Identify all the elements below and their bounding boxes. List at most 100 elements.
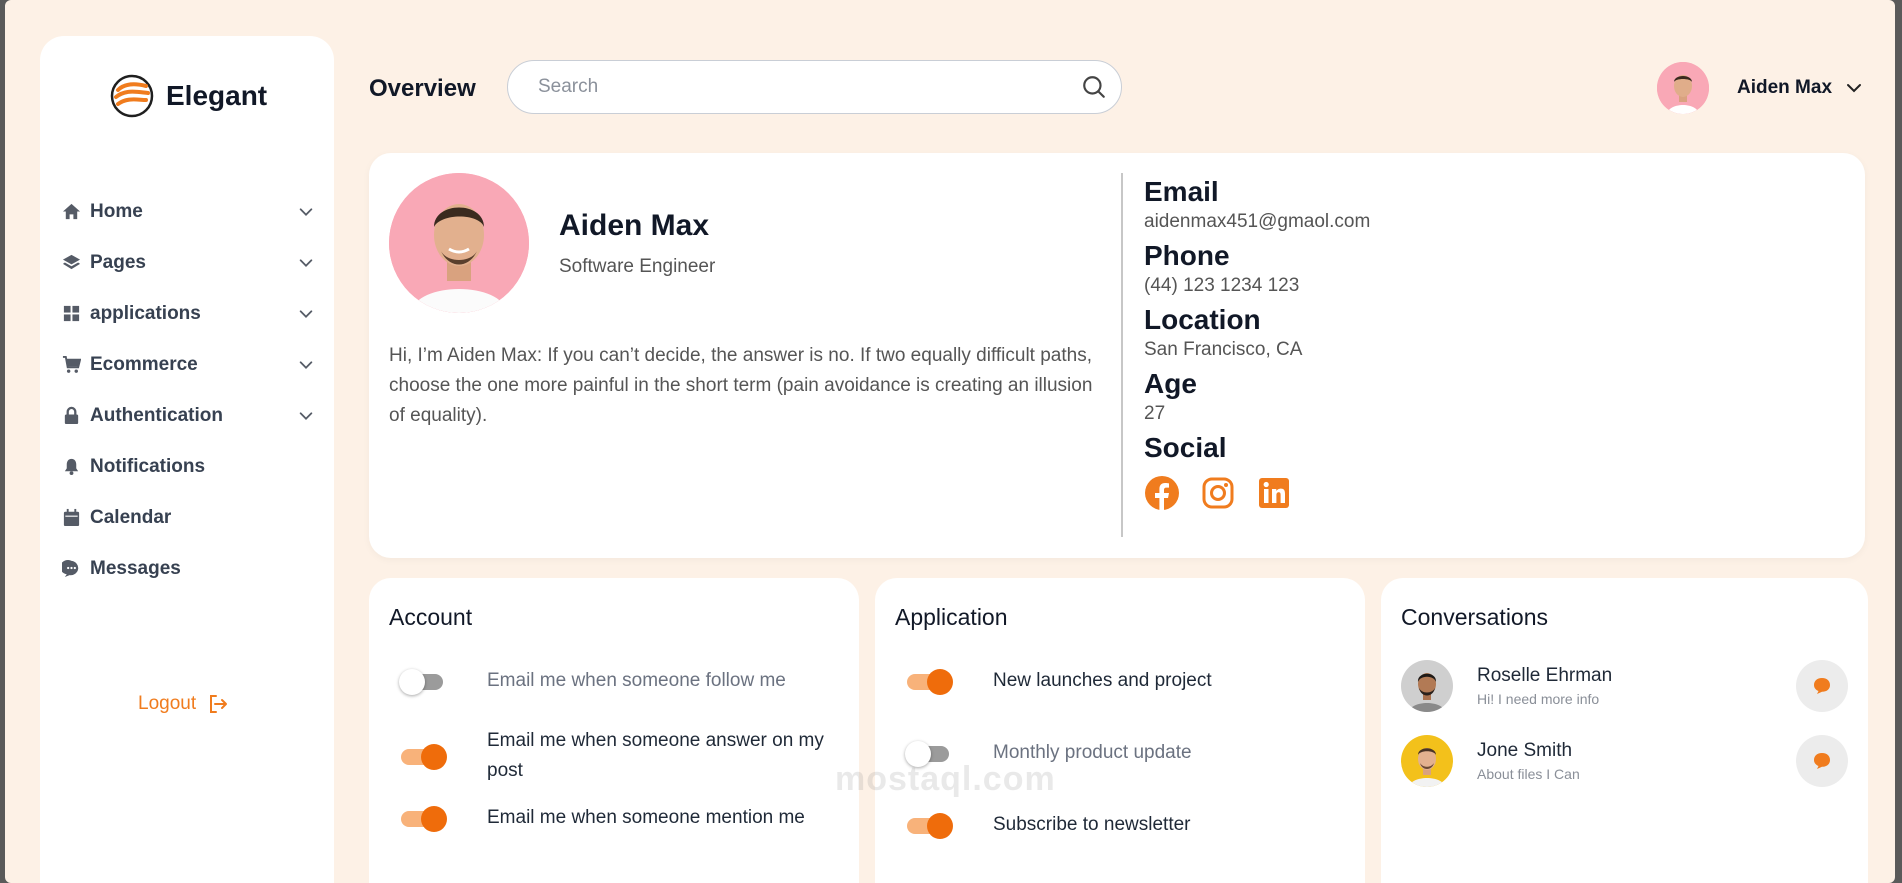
conversation-item[interactable]: Roselle Ehrman Hi! I need more info xyxy=(1401,658,1848,714)
conversation-info: Jone Smith About files I Can xyxy=(1477,740,1796,782)
toggle-label: New launches and project xyxy=(993,670,1212,691)
conversation-message: About files I Can xyxy=(1477,766,1580,782)
sidebar-item-applications[interactable]: applications xyxy=(60,288,315,339)
conversations-title: Conversations xyxy=(1401,604,1549,630)
sidebar-item-label: Pages xyxy=(90,251,146,273)
avatar xyxy=(1401,735,1453,787)
divider xyxy=(1121,173,1123,537)
social-links xyxy=(1144,475,1370,511)
app-window: Elegant Home Pages applications Ecommerc… xyxy=(5,0,1895,883)
reply-button[interactable] xyxy=(1796,735,1848,787)
profile-name: Aiden Max xyxy=(559,209,710,242)
application-card: Application New launches and project Mon… xyxy=(875,578,1365,883)
toggle-label: Email me when someone answer on my post xyxy=(487,730,824,781)
sidebar-item-messages[interactable]: Messages xyxy=(60,543,315,594)
conversation-message: Hi! I need more info xyxy=(1477,691,1600,707)
search-bar xyxy=(507,60,1122,114)
sidebar-item-label: Calendar xyxy=(90,506,172,528)
account-toggle-row: Email me when someone answer on my post xyxy=(399,726,839,786)
account-toggle-row: Email me when someone mention me xyxy=(399,803,805,833)
toggle-switch[interactable] xyxy=(399,803,447,833)
sidebar-item-label: Messages xyxy=(90,557,181,579)
conversation-name: Jone Smith xyxy=(1477,740,1573,761)
sidebar: Elegant Home Pages applications Ecommerc… xyxy=(40,36,334,883)
reply-button[interactable] xyxy=(1796,660,1848,712)
conversation-info: Roselle Ehrman Hi! I need more info xyxy=(1477,665,1796,707)
toggle-switch[interactable] xyxy=(905,666,953,696)
user-menu[interactable]: Aiden Max xyxy=(1657,62,1864,114)
age-value: 27 xyxy=(1144,403,1166,424)
bell-icon xyxy=(60,456,82,478)
avatar xyxy=(1657,62,1709,114)
chevron-down-icon xyxy=(299,309,313,318)
chevron-down-icon xyxy=(1847,84,1862,93)
social-label: Social xyxy=(1144,432,1227,463)
sidebar-item-label: Home xyxy=(90,200,143,222)
sidebar-item-pages[interactable]: Pages xyxy=(60,237,315,288)
calendar-icon xyxy=(60,507,82,529)
toggle-label: Email me when someone follow me xyxy=(487,670,786,691)
application-toggle-row: New launches and project xyxy=(905,666,1212,696)
search-input[interactable] xyxy=(538,76,1081,98)
phone-label: Phone xyxy=(1144,240,1230,271)
sidebar-item-ecommerce[interactable]: Ecommerce xyxy=(60,339,315,390)
toggle-switch[interactable] xyxy=(399,741,447,771)
page-title: Overview xyxy=(369,75,476,102)
location-label: Location xyxy=(1144,304,1261,335)
account-title: Account xyxy=(389,604,473,630)
avatar xyxy=(1401,660,1453,712)
brand[interactable]: Elegant xyxy=(110,74,267,118)
chevron-down-icon xyxy=(299,207,313,216)
sidebar-item-label: applications xyxy=(90,302,201,324)
chevron-down-icon xyxy=(299,411,313,420)
chevron-down-icon xyxy=(299,258,313,267)
account-toggle-row: Email me when someone follow me xyxy=(399,666,786,696)
chat-bubble-icon xyxy=(1814,753,1830,769)
sidebar-item-calendar[interactable]: Calendar xyxy=(60,492,315,543)
logout-icon xyxy=(210,695,228,713)
logout-button[interactable]: Logout xyxy=(138,692,230,716)
sidebar-item-authentication[interactable]: Authentication xyxy=(60,390,315,441)
instagram-icon[interactable] xyxy=(1200,475,1236,511)
profile-avatar xyxy=(389,173,529,313)
toggle-switch[interactable] xyxy=(905,810,953,840)
conversation-name: Roselle Ehrman xyxy=(1477,665,1613,686)
home-icon xyxy=(60,201,82,223)
conversations-card: Conversations Roselle Ehrman Hi! I need … xyxy=(1381,578,1868,883)
profile-details: Email aidenmax451@gmaol.com Phone (44) 1… xyxy=(1144,175,1370,511)
sidebar-item-label: Ecommerce xyxy=(90,353,198,375)
chat-bubble-icon xyxy=(1814,678,1830,694)
email-value: aidenmax451@gmaol.com xyxy=(1144,211,1371,232)
sidebar-item-label: Notifications xyxy=(90,455,206,477)
grid-icon xyxy=(60,303,82,325)
conversation-item[interactable]: Jone Smith About files I Can xyxy=(1401,733,1848,789)
facebook-icon[interactable] xyxy=(1144,475,1180,511)
chat-icon xyxy=(60,558,82,580)
brand-logo-icon xyxy=(110,74,154,118)
location-value: San Francisco, CA xyxy=(1144,339,1303,360)
profile-role: Software Engineer xyxy=(559,256,716,277)
linkedin-icon[interactable] xyxy=(1256,475,1292,511)
cart-icon xyxy=(60,354,82,376)
brand-name: Elegant xyxy=(166,80,268,111)
toggle-switch[interactable] xyxy=(399,666,447,696)
profile-card: Aiden Max Software Engineer Hi, I’m Aide… xyxy=(369,153,1865,558)
toggle-label: Subscribe to newsletter xyxy=(993,814,1191,835)
user-name: Aiden Max xyxy=(1737,77,1833,98)
email-label: Email xyxy=(1144,176,1219,207)
watermark: mostaql.com xyxy=(835,760,1056,798)
application-title: Application xyxy=(895,604,1008,630)
search-icon[interactable] xyxy=(1081,74,1107,100)
age-label: Age xyxy=(1144,368,1197,399)
layers-icon xyxy=(60,252,82,274)
toggle-label: Email me when someone mention me xyxy=(487,807,805,828)
account-card: Account Email me when someone follow me … xyxy=(369,578,859,883)
profile-bio: Hi, I’m Aiden Max: If you can’t decide, … xyxy=(389,345,1093,426)
sidebar-item-home[interactable]: Home xyxy=(60,186,315,237)
phone-value: (44) 123 1234 123 xyxy=(1144,275,1300,296)
sidebar-nav: Home Pages applications Ecommerce Authen xyxy=(60,186,315,594)
application-toggle-row: Subscribe to newsletter xyxy=(905,810,1191,840)
chevron-down-icon xyxy=(299,360,313,369)
sidebar-item-label: Authentication xyxy=(90,404,223,426)
sidebar-item-notifications[interactable]: Notifications xyxy=(60,441,315,492)
